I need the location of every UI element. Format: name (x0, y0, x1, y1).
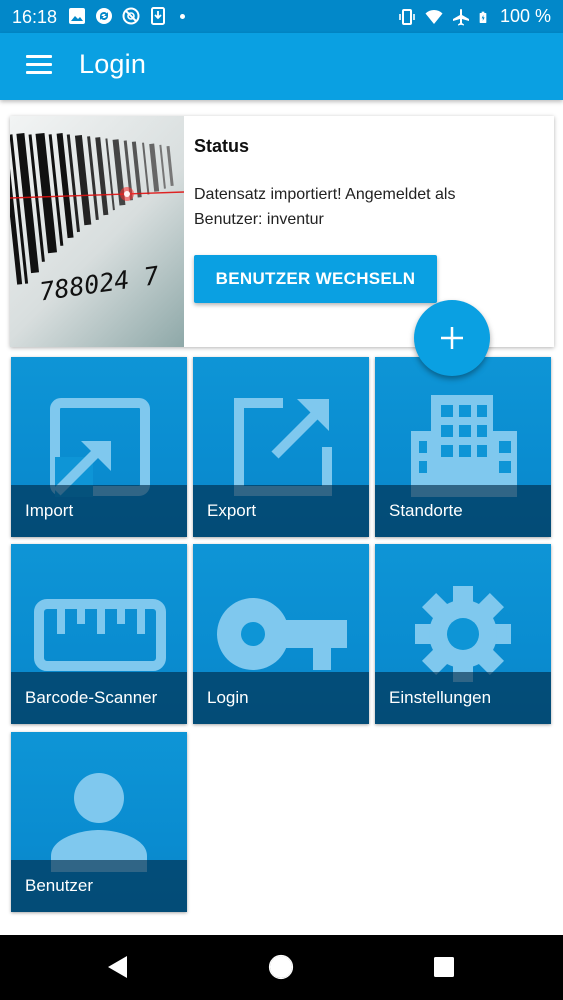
menu-icon[interactable] (26, 55, 52, 77)
tile-import[interactable]: Import (11, 357, 187, 537)
tile-einstellungen[interactable]: Einstellungen (375, 544, 551, 724)
tile-label: Einstellungen (389, 688, 492, 707)
ruler-icon (34, 599, 166, 671)
person-icon (51, 773, 147, 872)
tile-label: Benutzer (25, 876, 94, 895)
tile-label: Standorte (389, 501, 463, 520)
sync-icon (96, 8, 112, 24)
status-time: 16:18 (12, 7, 58, 27)
battery-level: 100 % (499, 6, 551, 26)
tile-login[interactable]: Login (193, 544, 369, 724)
gear-icon (415, 586, 511, 682)
status-bar: 16:18 100 % (0, 0, 563, 33)
import-icon (50, 398, 150, 497)
building-icon (411, 395, 517, 497)
recents-icon[interactable] (433, 956, 455, 978)
tile-barcode-scanner[interactable]: Barcode-Scanner (11, 544, 187, 724)
home-icon[interactable] (268, 954, 294, 980)
notification-dot-icon (180, 13, 185, 19)
tile-label: Export (207, 501, 257, 520)
navigation-bar (0, 935, 563, 1000)
add-fab-button[interactable] (414, 300, 490, 376)
barcode-digits: 788024 7 (38, 261, 161, 306)
tile-standorte[interactable]: Standorte (375, 357, 551, 537)
status-message: Datensatz importiert! Angemeldet als Ben… (194, 186, 456, 228)
tile-label: Login (207, 688, 249, 707)
switch-user-button[interactable]: BENUTZER WECHSELN (194, 255, 437, 303)
page-title: Login (79, 49, 147, 79)
plus-icon (441, 327, 463, 349)
barcode-image: 788024 7 (10, 116, 184, 347)
app-bar: Login (0, 33, 563, 100)
tile-label: Barcode-Scanner (25, 688, 158, 707)
tile-label: Import (25, 501, 74, 520)
export-icon (234, 398, 332, 496)
battery-icon (479, 11, 487, 23)
download-icon (151, 7, 165, 25)
airplane-icon (452, 8, 469, 25)
tile-benutzer[interactable]: Benutzer (11, 732, 187, 912)
vibrate-icon (399, 8, 415, 25)
blocked-icon (122, 7, 140, 25)
status-title: Status (194, 136, 250, 156)
image-icon (69, 8, 85, 24)
back-icon[interactable] (106, 954, 130, 980)
tile-export[interactable]: Export (193, 357, 369, 537)
wifi-icon (425, 9, 443, 24)
key-icon (217, 598, 347, 670)
